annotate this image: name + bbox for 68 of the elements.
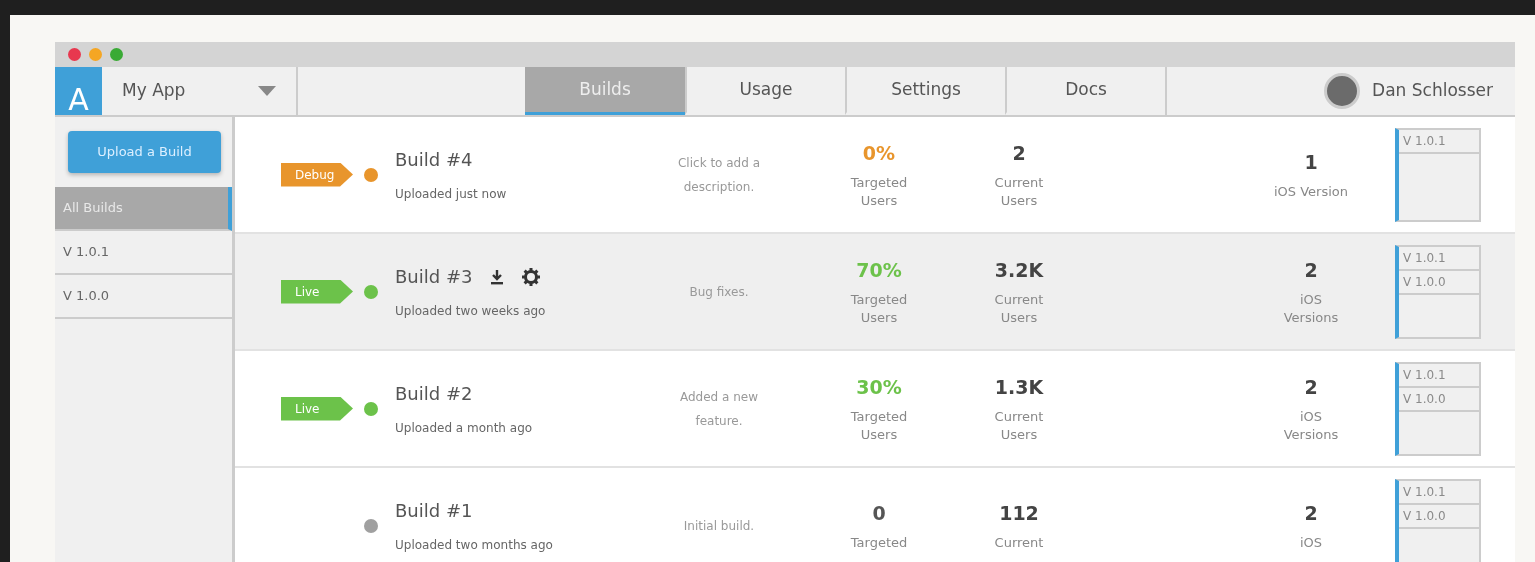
- ios-versions-value: 2: [1303, 501, 1319, 527]
- current-users-value: 112: [998, 501, 1040, 527]
- current-users-label: Current Users: [993, 290, 1045, 327]
- sidebar-item[interactable]: All Builds: [55, 187, 232, 231]
- build-row[interactable]: Live Build #3 Uploaded two weeks ago Bug fixes. 70% Targeted Users 3.2K Current Users 2 iOS Versions V 1.0.1 V 1.0.0: [235, 234, 1515, 351]
- build-row[interactable]: Live Build #2 Uploaded a month ago Added a new feature. 30% Targeted Users 1.3K Current Users 2 iOS Versions V 1.0.1 V 1.0.0: [235, 351, 1515, 468]
- upload-time: Uploaded a month ago: [395, 420, 534, 437]
- targeted-users-value: 30%: [855, 375, 903, 401]
- status-tag: Live: [281, 279, 353, 304]
- minimize-dot[interactable]: [89, 48, 102, 61]
- ios-versions-label: iOS: [1298, 533, 1324, 552]
- build-title: Build #2: [395, 382, 473, 406]
- ios-versions-value: 1: [1303, 150, 1319, 176]
- nav-tab[interactable]: Builds: [525, 67, 685, 115]
- ios-versions-value: 2: [1303, 258, 1319, 284]
- caret-icon: [258, 86, 276, 96]
- build-description[interactable]: Bug fixes.: [664, 279, 774, 304]
- current-users-label: Current: [993, 533, 1045, 552]
- zoom-dot[interactable]: [110, 48, 123, 61]
- version-entry[interactable]: V 1.0.1: [1399, 363, 1479, 388]
- close-dot[interactable]: [68, 48, 81, 61]
- app-logo: A: [55, 67, 102, 115]
- ios-versions-value: 2: [1303, 375, 1319, 401]
- targeted-users-label: Targeted Users: [849, 290, 909, 327]
- avatar-icon: [1324, 73, 1361, 109]
- build-description[interactable]: Added a new feature.: [664, 384, 774, 433]
- upload-time: Uploaded two months ago: [395, 537, 554, 554]
- ios-versions-label: iOS Version: [1272, 182, 1349, 201]
- upload-time: Uploaded just now: [395, 186, 508, 203]
- current-users-label: Current Users: [993, 407, 1045, 444]
- targeted-users-value: 0: [871, 501, 887, 527]
- version-entry[interactable]: V 1.0.1: [1399, 129, 1479, 154]
- upload-time: Uploaded two weeks ago: [395, 303, 547, 320]
- current-users-value: 2: [1011, 141, 1027, 167]
- status-tag: Live: [281, 396, 353, 421]
- status-dot: [364, 518, 378, 533]
- targeted-users-label: Targeted Users: [849, 173, 909, 210]
- upload-button[interactable]: Upload a Build: [68, 131, 221, 173]
- build-title: Build #3: [395, 265, 473, 289]
- build-description[interactable]: Click to add a description.: [664, 150, 774, 199]
- version-entry[interactable]: V 1.0.0: [1399, 504, 1479, 529]
- version-entry[interactable]: V 1.0.1: [1399, 480, 1479, 505]
- sidebar-item[interactable]: V 1.0.0: [55, 275, 232, 319]
- user-name[interactable]: Dan Schlosser: [1372, 78, 1493, 104]
- status-dot: [364, 284, 378, 299]
- ios-versions-label: iOS Versions: [1282, 407, 1340, 444]
- build-row[interactable]: Debug Build #4 Uploaded just now Click to add a description. 0% Targeted Users 2 Current Users 1 iOS Version V 1.0.1: [235, 117, 1515, 234]
- sidebar-item[interactable]: V 1.0.1: [55, 231, 232, 275]
- version-entry[interactable]: V 1.0.0: [1399, 270, 1479, 295]
- current-users-value: 1.3K: [993, 375, 1045, 401]
- current-users-value: 3.2K: [993, 258, 1045, 284]
- targeted-users-value: 0%: [861, 141, 897, 167]
- status-tag: Debug: [281, 162, 353, 187]
- ios-versions-label: iOS Versions: [1282, 290, 1340, 327]
- app-selector[interactable]: My App: [102, 67, 298, 115]
- status-dot: [364, 401, 378, 416]
- build-row[interactable]: Build #1 Uploaded two months ago Initial build. 0 Targeted 112 Current 2 iOS V 1.0.1 V 1.0.0: [235, 468, 1515, 562]
- version-entry[interactable]: V 1.0.0: [1399, 387, 1479, 412]
- build-description[interactable]: Initial build.: [664, 513, 774, 538]
- status-dot: [364, 167, 378, 182]
- targeted-users-label: Targeted: [849, 533, 909, 552]
- targeted-users-label: Targeted Users: [849, 407, 909, 444]
- settings-icon[interactable]: [522, 267, 541, 286]
- current-users-label: Current Users: [993, 173, 1045, 210]
- build-title: Build #1: [395, 499, 473, 523]
- targeted-users-value: 70%: [855, 258, 903, 284]
- version-entry[interactable]: V 1.0.1: [1399, 246, 1479, 271]
- build-title: Build #4: [395, 148, 473, 172]
